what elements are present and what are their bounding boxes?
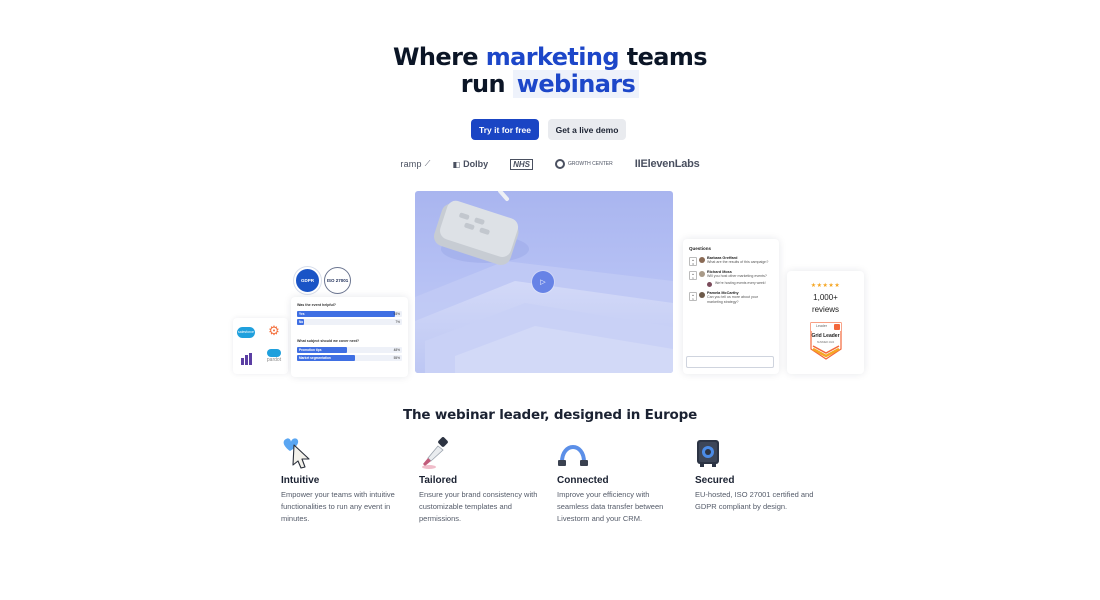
try-free-button[interactable]: Try it for free: [471, 119, 539, 140]
iso-badge-icon: ISO 27001: [324, 267, 351, 294]
poll-option[interactable]: No 7%: [297, 319, 402, 325]
hero-title-accent-highlight: webinars: [512, 70, 640, 98]
ramp-logo-text: ramp: [400, 159, 422, 169]
feature-title: Secured: [695, 475, 735, 486]
marketo-icon: [236, 352, 256, 366]
hero-title-accent: marketing: [485, 43, 620, 71]
feature-title: Connected: [557, 475, 609, 486]
hero-title-word: teams: [618, 43, 708, 71]
question-text: Will you host other marketing events?: [707, 274, 767, 278]
play-icon: ▷: [540, 279, 546, 286]
feature-tailored: Tailored Ensure your brand consistency w…: [419, 437, 544, 525]
poll-option[interactable]: Yes 93%: [297, 311, 402, 317]
ramp-logo: ramp ⟋: [400, 159, 431, 169]
poll-bar: [297, 311, 395, 317]
poll-question: What subject should we cover next?: [297, 339, 360, 343]
growth-center-mark-icon: [555, 159, 565, 169]
poll-option-label: Promotion tips: [299, 348, 322, 352]
salesforce-label: salesforce: [237, 326, 255, 338]
integrations-card: salesforce ⚙ pardot: [233, 318, 288, 374]
hero-title-word: Where: [393, 43, 486, 71]
poll-option-percent: 93%: [393, 312, 400, 316]
g2-leader-badge-icon: Leader Grid Leader SUMMER 2024: [809, 322, 842, 360]
poll-option-percent: 48%: [393, 348, 400, 352]
connected-arc-icon: [557, 437, 591, 470]
question-text: Can you tell us more about your marketin…: [707, 294, 758, 304]
questions-title: Questions: [689, 246, 712, 251]
hubspot-icon: ⚙: [268, 323, 280, 338]
customer-logos: ramp ⟋ ◧ Dolby NHS GROWTH CENTER IIElevenL…: [0, 157, 1100, 171]
feature-secured: Secured EU-hosted, ISO 27001 certified a…: [695, 437, 820, 513]
reviews-count: 1,000+ reviews: [787, 292, 864, 316]
poll-card: Was the event helpful? Yes 93% No 7% Wha…: [291, 297, 408, 377]
reviews-count-label: reviews: [811, 305, 840, 314]
hero-title-line2: run webinars: [460, 70, 640, 98]
question-reply: We're hosting events every week!: [707, 281, 773, 287]
poll-option[interactable]: Market segmentation 55%: [297, 355, 402, 361]
poll-option-percent: 7%: [395, 320, 400, 324]
section-title: The webinar leader, designed in Europe: [402, 407, 698, 423]
poll-option-label: No: [299, 320, 304, 324]
poll-question: Was the event helpful?: [297, 303, 337, 307]
nhs-logo: NHS: [510, 158, 533, 170]
compliance-badges: GDPR ISO 27001: [294, 267, 351, 294]
feature-description: Empower your teams with intuitive functi…: [281, 490, 395, 523]
vault-icon: [695, 437, 729, 470]
badge-main-label: Grid Leader: [811, 333, 840, 339]
growth-center-logo: GROWTH CENTER: [555, 159, 613, 169]
dolby-logo: ◧ Dolby: [452, 159, 489, 169]
question-item: ▴ 1 Pamela McCarthy Can you tell us more …: [689, 291, 773, 305]
dolby-logo-text: Dolby: [463, 159, 489, 169]
feature-connected: Connected Improve your efficiency with s…: [557, 437, 682, 525]
heart-cursor-icon: [281, 437, 315, 470]
poll-option-label: Market segmentation: [299, 356, 331, 360]
question-votes: 1: [692, 296, 694, 301]
feature-description: Improve your efficiency with seamless da…: [557, 490, 664, 523]
upvote-button[interactable]: ▴ 3: [689, 257, 697, 266]
avatar: [699, 291, 705, 298]
feature-title: Intuitive: [281, 475, 320, 486]
question-item: ▴ 3 Barbara Greffard What are the results…: [689, 256, 773, 266]
avatar: [699, 257, 705, 263]
pardot-icon: pardot: [264, 349, 284, 363]
reviews-card: ★★★★★ 1,000+ reviews Leader Grid Leader S…: [787, 271, 864, 374]
hero-title-word: run: [460, 70, 513, 98]
gdpr-badge-icon: GDPR: [294, 267, 321, 294]
live-demo-button[interactable]: Get a live demo: [548, 119, 626, 140]
feature-title: Tailored: [419, 475, 458, 486]
feature-description: Ensure your brand consistency with custo…: [419, 490, 538, 523]
poll-option[interactable]: Promotion tips 48%: [297, 347, 402, 353]
question-text: What are the results of this campaign?: [707, 260, 769, 264]
reviews-count-number: 1,000+: [813, 293, 838, 302]
avatar: [699, 271, 705, 277]
question-votes: 3: [692, 262, 694, 266]
salesforce-icon: salesforce: [236, 325, 256, 339]
growth-center-logo-text: GROWTH CENTER: [568, 160, 613, 167]
upvote-button[interactable]: ▴ 1: [689, 271, 697, 280]
poll-option-percent: 55%: [393, 356, 400, 360]
play-button[interactable]: ▷: [532, 271, 554, 293]
upvote-button[interactable]: ▴ 1: [689, 291, 697, 301]
question-votes: 1: [692, 276, 694, 280]
badge-season-label: SUMMER 2024: [816, 341, 835, 344]
question-item: ▴ 1 Richard Moss Will you host other mark…: [689, 270, 773, 287]
hero-title: Where marketing teams run webinars: [0, 44, 1100, 98]
poll-option-label: Yes: [299, 312, 305, 316]
feature-intuitive: Intuitive Empower your teams with intuit…: [281, 437, 406, 525]
questions-card: Questions ▴ 3 Barbara Greffard What are t…: [683, 239, 779, 374]
feature-description: EU-hosted, ISO 27001 certified and GDPR …: [695, 490, 814, 511]
rating-stars-icon: ★★★★★: [810, 283, 841, 289]
badge-top-label: Leader: [816, 324, 827, 328]
question-input[interactable]: [686, 356, 774, 368]
hero-title-line1: Where marketing teams: [393, 43, 708, 71]
elevenlabs-logo: IIElevenLabs: [634, 158, 700, 170]
pardot-label: pardot: [266, 357, 282, 363]
paint-dropper-icon: [419, 437, 453, 470]
